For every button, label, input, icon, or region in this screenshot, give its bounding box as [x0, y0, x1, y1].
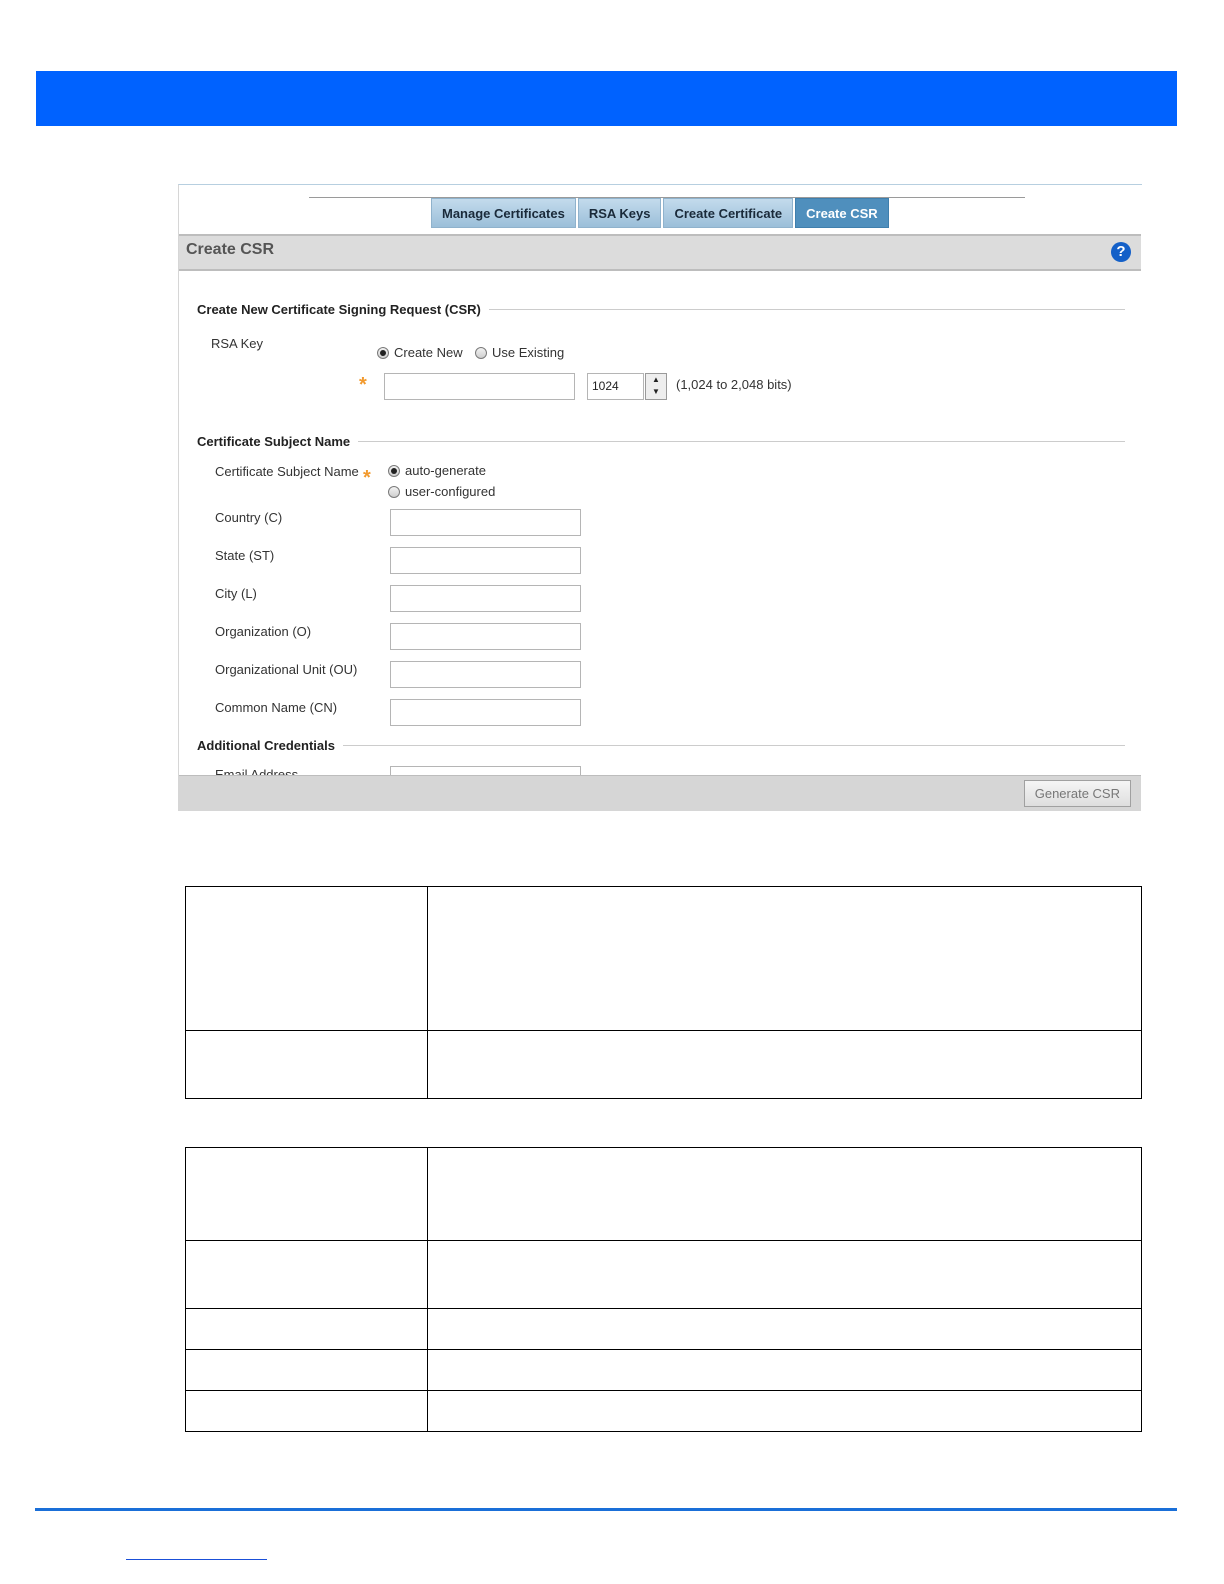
common-name-label: Common Name (CN)	[215, 700, 338, 715]
email-input[interactable]	[390, 766, 581, 775]
spinner-down-icon[interactable]: ▼	[646, 386, 666, 398]
footer-link-underline[interactable]	[126, 1559, 267, 1560]
section-rule	[342, 745, 1125, 746]
radio-button-selected[interactable]	[388, 464, 400, 477]
radio-use-existing[interactable]: Use Existing	[475, 345, 564, 360]
radio-user-configured-label: user-configured	[405, 484, 496, 499]
header-banner	[36, 71, 1177, 126]
footer-rule	[35, 1508, 1177, 1511]
rsa-key-label: RSA Key	[211, 336, 264, 351]
radio-button[interactable]	[388, 485, 400, 498]
org-unit-input[interactable]	[390, 661, 581, 688]
city-label: City (L)	[215, 586, 257, 601]
key-size-spinner[interactable]: ▲ ▼	[645, 373, 667, 400]
organization-input[interactable]	[390, 623, 581, 650]
additional-section-title: Additional Credentials	[197, 738, 335, 753]
table-row	[185, 1030, 1142, 1099]
form-content: Create New Certificate Signing Request (…	[179, 269, 1141, 775]
city-input[interactable]	[390, 585, 581, 612]
radio-create-new[interactable]: Create New	[377, 345, 463, 360]
panel-title: Create CSR	[186, 241, 275, 258]
country-input[interactable]	[390, 509, 581, 536]
table-row	[185, 1147, 1142, 1241]
help-icon[interactable]: ?	[1111, 242, 1131, 262]
doc-table-2	[185, 1147, 1142, 1432]
country-label: Country (C)	[215, 510, 283, 525]
subject-section-header: Certificate Subject Name	[197, 434, 1125, 449]
table-row	[185, 1349, 1142, 1391]
radio-create-new-label: Create New	[394, 345, 463, 360]
state-input[interactable]	[390, 547, 581, 574]
tab-create-csr[interactable]: Create CSR	[795, 198, 889, 228]
radio-button-selected[interactable]	[377, 346, 389, 359]
tab-bar: Manage Certificates RSA Keys Create Cert…	[431, 198, 889, 228]
subject-section-title: Certificate Subject Name	[197, 434, 351, 449]
required-star-icon: *	[363, 467, 371, 489]
key-size-input[interactable]: 1024	[587, 373, 644, 400]
csr-section-title: Create New Certificate Signing Request (…	[197, 302, 481, 317]
radio-use-existing-label: Use Existing	[492, 345, 565, 360]
panel-title-bar: Create CSR ?	[179, 234, 1141, 271]
required-star-icon: *	[359, 374, 367, 396]
org-unit-label: Organizational Unit (OU)	[215, 662, 358, 677]
spinner-up-icon[interactable]: ▲	[646, 374, 666, 386]
section-rule	[488, 309, 1125, 310]
subject-name-label: Certificate Subject Name	[215, 464, 359, 479]
radio-button[interactable]	[475, 346, 487, 359]
table-row	[185, 1308, 1142, 1350]
state-label: State (ST)	[215, 548, 275, 563]
doc-table-1	[185, 886, 1142, 1099]
table-row	[185, 1240, 1142, 1309]
table-row	[185, 886, 1142, 1031]
section-rule	[358, 441, 1125, 442]
additional-section-header: Additional Credentials	[197, 738, 1125, 753]
radio-auto-generate-label: auto-generate	[405, 463, 486, 478]
radio-user-configured[interactable]: user-configured	[388, 484, 495, 499]
panel-footer: Generate CSR	[179, 775, 1141, 811]
csr-section-header: Create New Certificate Signing Request (…	[197, 302, 1125, 317]
key-size-hint: (1,024 to 2,048 bits)	[676, 377, 792, 392]
common-name-input[interactable]	[390, 699, 581, 726]
radio-auto-generate[interactable]: auto-generate	[388, 463, 486, 478]
organization-label: Organization (O)	[215, 624, 312, 639]
tab-manage-certificates[interactable]: Manage Certificates	[431, 198, 576, 228]
tab-create-certificate[interactable]: Create Certificate	[663, 198, 794, 228]
table-row	[185, 1390, 1142, 1432]
create-csr-screenshot: Manage Certificates RSA Keys Create Cert…	[178, 184, 1142, 811]
tab-rsa-keys[interactable]: RSA Keys	[577, 198, 662, 228]
email-label: Email Address	[215, 767, 299, 775]
key-name-input[interactable]	[384, 373, 575, 400]
generate-csr-button[interactable]: Generate CSR	[1023, 780, 1131, 807]
